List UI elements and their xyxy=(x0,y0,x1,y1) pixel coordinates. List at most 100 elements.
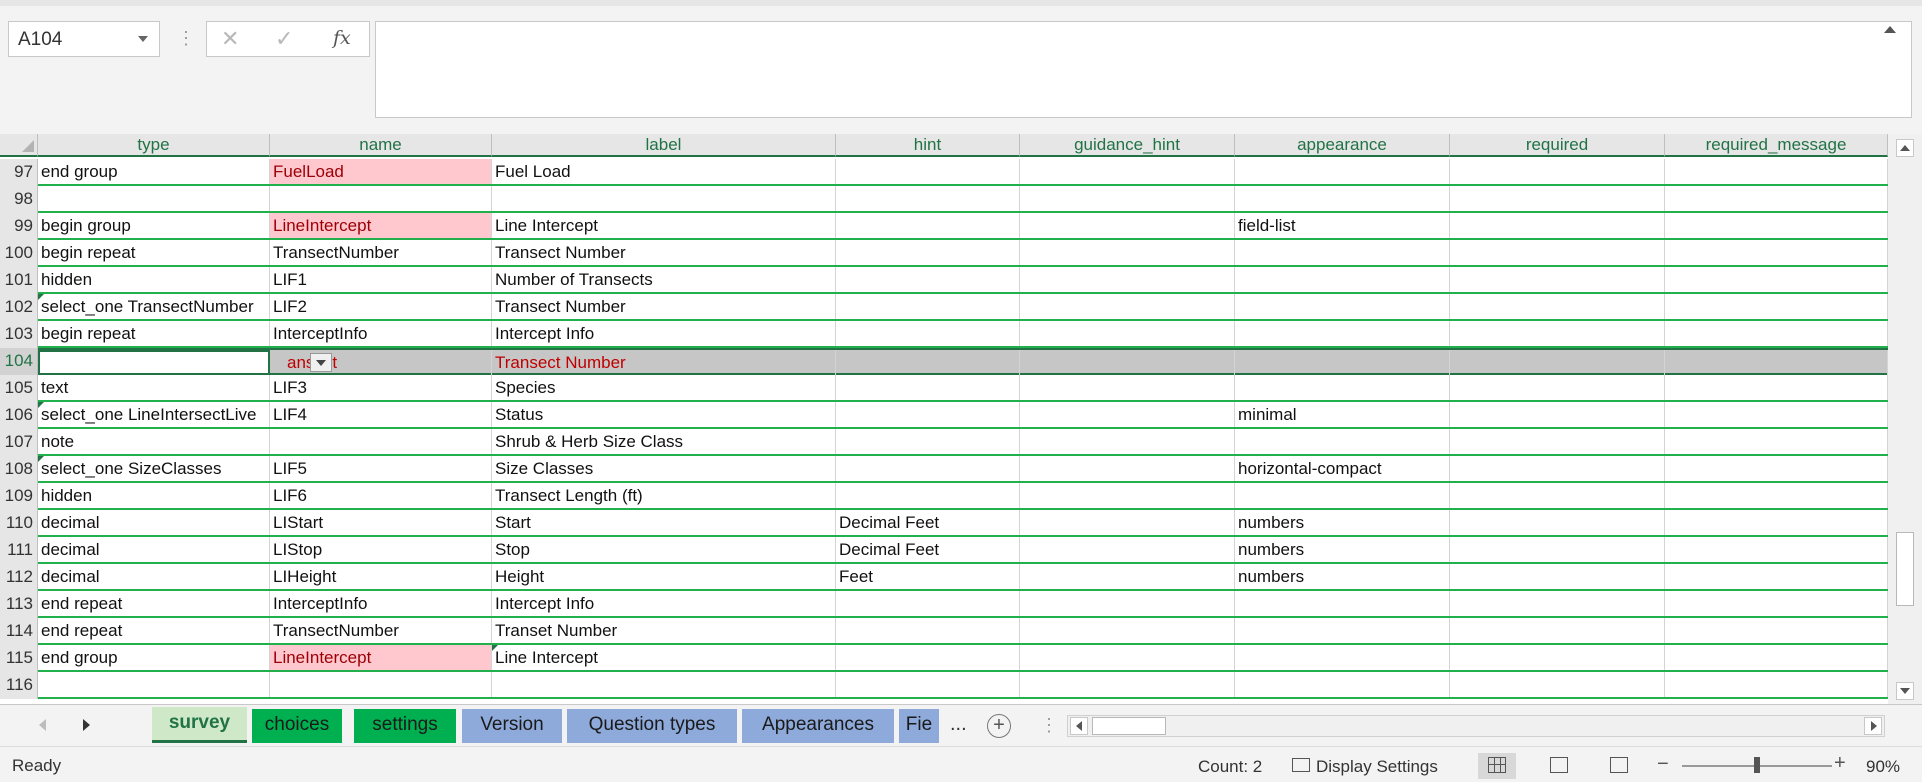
cell-type[interactable]: end group xyxy=(38,159,270,184)
cell-required-message[interactable] xyxy=(1665,267,1888,292)
cell-required[interactable] xyxy=(1450,294,1665,319)
cell-label[interactable]: Intercept Info xyxy=(492,591,836,616)
cell-name[interactable] xyxy=(270,186,492,211)
cell-label[interactable]: Transet Number xyxy=(492,618,836,643)
scroll-left-icon[interactable] xyxy=(1070,717,1088,735)
cell-hint[interactable] xyxy=(836,672,1020,697)
column-header-guidance-hint[interactable]: guidance_hint xyxy=(1020,134,1235,157)
cell-appearance[interactable]: minimal xyxy=(1235,402,1450,427)
row-header[interactable]: 106 xyxy=(0,402,38,429)
cell-label[interactable]: Size Classes xyxy=(492,456,836,481)
comment-indicator-icon[interactable] xyxy=(38,456,44,462)
page-layout-button[interactable] xyxy=(1540,753,1578,779)
cell-appearance[interactable] xyxy=(1235,321,1450,346)
cell-label[interactable]: Number of Transects xyxy=(492,267,836,292)
cell-appearance[interactable]: field-list xyxy=(1235,213,1450,238)
tabs-splitter[interactable]: ⋮ xyxy=(1040,715,1058,736)
cell-required[interactable] xyxy=(1450,564,1665,589)
cell-required[interactable] xyxy=(1450,159,1665,184)
cell-appearance[interactable] xyxy=(1235,186,1450,211)
cell-hint[interactable] xyxy=(836,456,1020,481)
cell-guidance-hint[interactable] xyxy=(1020,321,1235,346)
cell-guidance-hint[interactable] xyxy=(1020,375,1235,400)
row-header[interactable]: 100 xyxy=(0,240,38,267)
cell-label[interactable]: Transect Number xyxy=(492,294,836,319)
cell-label[interactable]: Status xyxy=(492,402,836,427)
cell-label[interactable]: Fuel Load xyxy=(492,159,836,184)
cell-required-message[interactable] xyxy=(1665,537,1888,562)
cell-hint[interactable] xyxy=(836,645,1020,670)
sheet-tab-choices[interactable]: choices xyxy=(252,709,342,743)
normal-view-button[interactable] xyxy=(1478,753,1516,779)
cell-required-message[interactable] xyxy=(1665,429,1888,454)
cell-type[interactable]: decimal xyxy=(38,537,270,562)
cell-appearance[interactable] xyxy=(1235,672,1450,697)
zoom-slider-thumb[interactable] xyxy=(1754,757,1760,773)
cell-type[interactable] xyxy=(38,186,270,211)
cell-required-message[interactable] xyxy=(1665,186,1888,211)
vertical-scrollbar[interactable] xyxy=(1888,134,1922,704)
cell-required[interactable] xyxy=(1450,213,1665,238)
cell-guidance-hint[interactable] xyxy=(1020,564,1235,589)
cell-label[interactable]: Species xyxy=(492,375,836,400)
cell-guidance-hint[interactable] xyxy=(1020,618,1235,643)
cell-required[interactable] xyxy=(1450,240,1665,265)
cell-name[interactable]: LIHeight xyxy=(270,564,492,589)
cell-required[interactable] xyxy=(1450,537,1665,562)
sheet-tab-survey[interactable]: survey xyxy=(152,707,247,743)
check-icon[interactable]: ✓ xyxy=(275,26,293,52)
scroll-down-icon[interactable] xyxy=(1896,682,1914,700)
cell-guidance-hint[interactable] xyxy=(1020,294,1235,319)
cell-label[interactable] xyxy=(492,672,836,697)
cell-hint[interactable] xyxy=(836,321,1020,346)
cell-type[interactable]: note xyxy=(38,429,270,454)
cell-required-message[interactable] xyxy=(1665,240,1888,265)
row-header[interactable]: 103 xyxy=(0,321,38,348)
row-header[interactable]: 104 xyxy=(0,348,38,375)
horizontal-scroll-thumb[interactable] xyxy=(1092,717,1166,735)
cell-hint[interactable] xyxy=(836,294,1020,319)
row-header[interactable]: 98 xyxy=(0,186,38,213)
cell-guidance-hint[interactable] xyxy=(1020,456,1235,481)
cell-required-message[interactable] xyxy=(1665,564,1888,589)
sheet-tab-appearances[interactable]: Appearances xyxy=(742,709,894,743)
cell-hint[interactable] xyxy=(836,402,1020,427)
cell-type[interactable] xyxy=(38,672,270,697)
cell-name[interactable]: LineIntercept xyxy=(270,213,492,238)
column-header-required[interactable]: required xyxy=(1450,134,1665,157)
cell-name[interactable]: LIF2 xyxy=(270,294,492,319)
cell-name[interactable] xyxy=(270,672,492,697)
cell-required-message[interactable] xyxy=(1665,294,1888,319)
cell-guidance-hint[interactable] xyxy=(1020,159,1235,184)
row-header[interactable]: 101 xyxy=(0,267,38,294)
row-header[interactable]: 116 xyxy=(0,672,38,699)
cell-name[interactable]: LIF1 xyxy=(270,267,492,292)
cell-hint[interactable]: Feet xyxy=(836,564,1020,589)
cell-type[interactable]: select_one LineIntersectLive xyxy=(38,402,270,427)
cell-name[interactable]: LIF4 xyxy=(270,402,492,427)
cell-guidance-hint[interactable] xyxy=(1020,267,1235,292)
cell-required-message[interactable] xyxy=(1665,213,1888,238)
cell-required[interactable] xyxy=(1450,186,1665,211)
sheet-tab-question-types[interactable]: Question types xyxy=(567,709,737,743)
cell-hint[interactable] xyxy=(836,591,1020,616)
cell-appearance[interactable] xyxy=(1235,267,1450,292)
next-sheet-icon[interactable] xyxy=(83,719,90,731)
comment-indicator-icon[interactable] xyxy=(38,294,44,300)
close-icon[interactable]: ✕ xyxy=(221,26,239,52)
previous-sheet-icon[interactable] xyxy=(39,719,46,731)
cell-name[interactable]: LIF3 xyxy=(270,375,492,400)
cell-appearance[interactable] xyxy=(1235,159,1450,184)
cell-name[interactable] xyxy=(270,429,492,454)
cell-type[interactable]: hidden xyxy=(38,267,270,292)
cell-label[interactable]: Line Intercept xyxy=(492,645,836,670)
cell-appearance[interactable]: numbers xyxy=(1235,537,1450,562)
cell-type[interactable]: end repeat xyxy=(38,591,270,616)
cell-required-message[interactable] xyxy=(1665,672,1888,697)
cell-hint[interactable] xyxy=(836,240,1020,265)
cell-hint[interactable] xyxy=(836,350,1020,375)
cell-label[interactable] xyxy=(492,186,836,211)
name-box[interactable]: A104 xyxy=(8,21,160,57)
cell-label[interactable]: Line Intercept xyxy=(492,213,836,238)
cell-required-message[interactable] xyxy=(1665,375,1888,400)
